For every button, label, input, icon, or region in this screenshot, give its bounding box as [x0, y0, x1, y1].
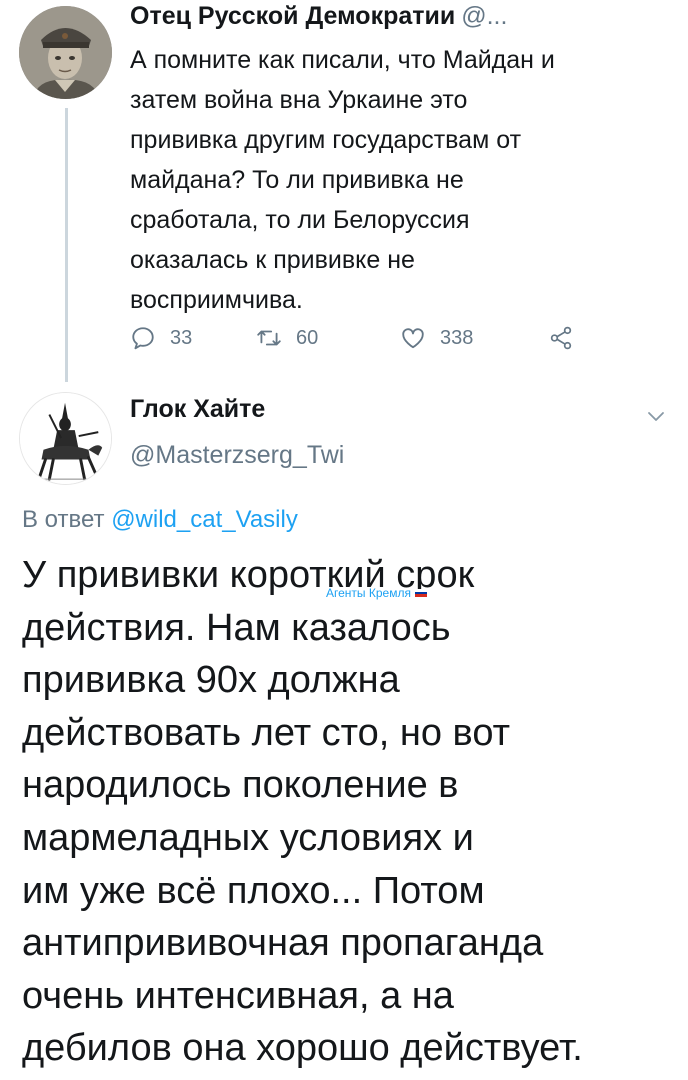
tweet-text-line: прививка другим государствам от [130, 126, 522, 154]
tweet-text-line: оказалась к прививке не [130, 246, 415, 274]
watermark-text: Агенты Кремля [326, 586, 411, 600]
tweet-text-line: затем война вна Уркаине это [130, 86, 468, 114]
tweet1-header: Отец Русской Демократии @... [130, 2, 668, 31]
reply-icon [132, 327, 154, 350]
tweet-text-line: очень интенсивная, а на [22, 974, 454, 1017]
author-handle[interactable]: @... [461, 2, 507, 30]
author-name[interactable]: Глок Хайте [130, 395, 265, 424]
share-button[interactable] [548, 318, 588, 358]
tweet-text-line: народилось поколение в [22, 764, 459, 807]
tweet-text-line: им уже всё плохо... Потом [22, 869, 485, 912]
like-icon [402, 328, 424, 349]
watermark-label: Агенты Кремля [326, 586, 427, 600]
reply-count: 33 [170, 326, 193, 349]
author-name[interactable]: Отец Русской Демократии [130, 2, 455, 30]
tweet-text-line: майдана? То ли прививка не [130, 166, 464, 194]
russian-flag-icon [414, 589, 427, 597]
like-count: 338 [440, 326, 474, 349]
tweet1-text: А помните как писали, что Майдан и затем… [130, 40, 650, 320]
knight-on-horse-icon [20, 393, 111, 484]
reply-button[interactable]: 33 [130, 318, 192, 358]
thread-connector-line [65, 108, 68, 382]
reply-context: В ответ @wild_cat_Vasily [22, 506, 298, 534]
avatar[interactable] [19, 392, 112, 485]
tweet-text-line: А помните как писали, что Майдан и [130, 46, 555, 74]
tweet-text-line: дебилов она хорошо действует. [22, 1027, 583, 1070]
retweet-count: 60 [296, 326, 319, 349]
tweet-text-line: действовать лет сто, но вот [22, 711, 511, 754]
tweet2-text: У прививки короткий срок действия. Нам к… [22, 549, 682, 1075]
avatar[interactable] [19, 6, 112, 99]
like-button[interactable]: 338 [400, 318, 473, 358]
share-icon [550, 326, 572, 350]
tweet-text-line: прививка 90х должна [22, 659, 400, 702]
tweet-text-line: антипрививочная пропаганда [22, 922, 544, 965]
reply-to-handle-link[interactable]: @wild_cat_Vasily [111, 506, 298, 533]
tweet-text-line: действия. Нам казалось [22, 606, 451, 649]
chevron-down-icon[interactable] [644, 404, 668, 428]
author-handle[interactable]: @Masterzserg_Twi [130, 441, 344, 470]
flag-stripe [414, 594, 427, 597]
tweet-text-line: мармеладных условиях и [22, 816, 474, 859]
retweet-button[interactable]: 60 [256, 318, 318, 358]
retweet-icon [257, 330, 281, 346]
tweet-text-line: сработала, то ли Белоруссия [130, 206, 470, 234]
reply-prefix: В ответ [22, 506, 105, 533]
soldier-portrait-icon [19, 6, 112, 99]
tweet-actions: 33 60 338 [130, 318, 590, 358]
tweet-text-line: восприимчива. [130, 286, 303, 314]
